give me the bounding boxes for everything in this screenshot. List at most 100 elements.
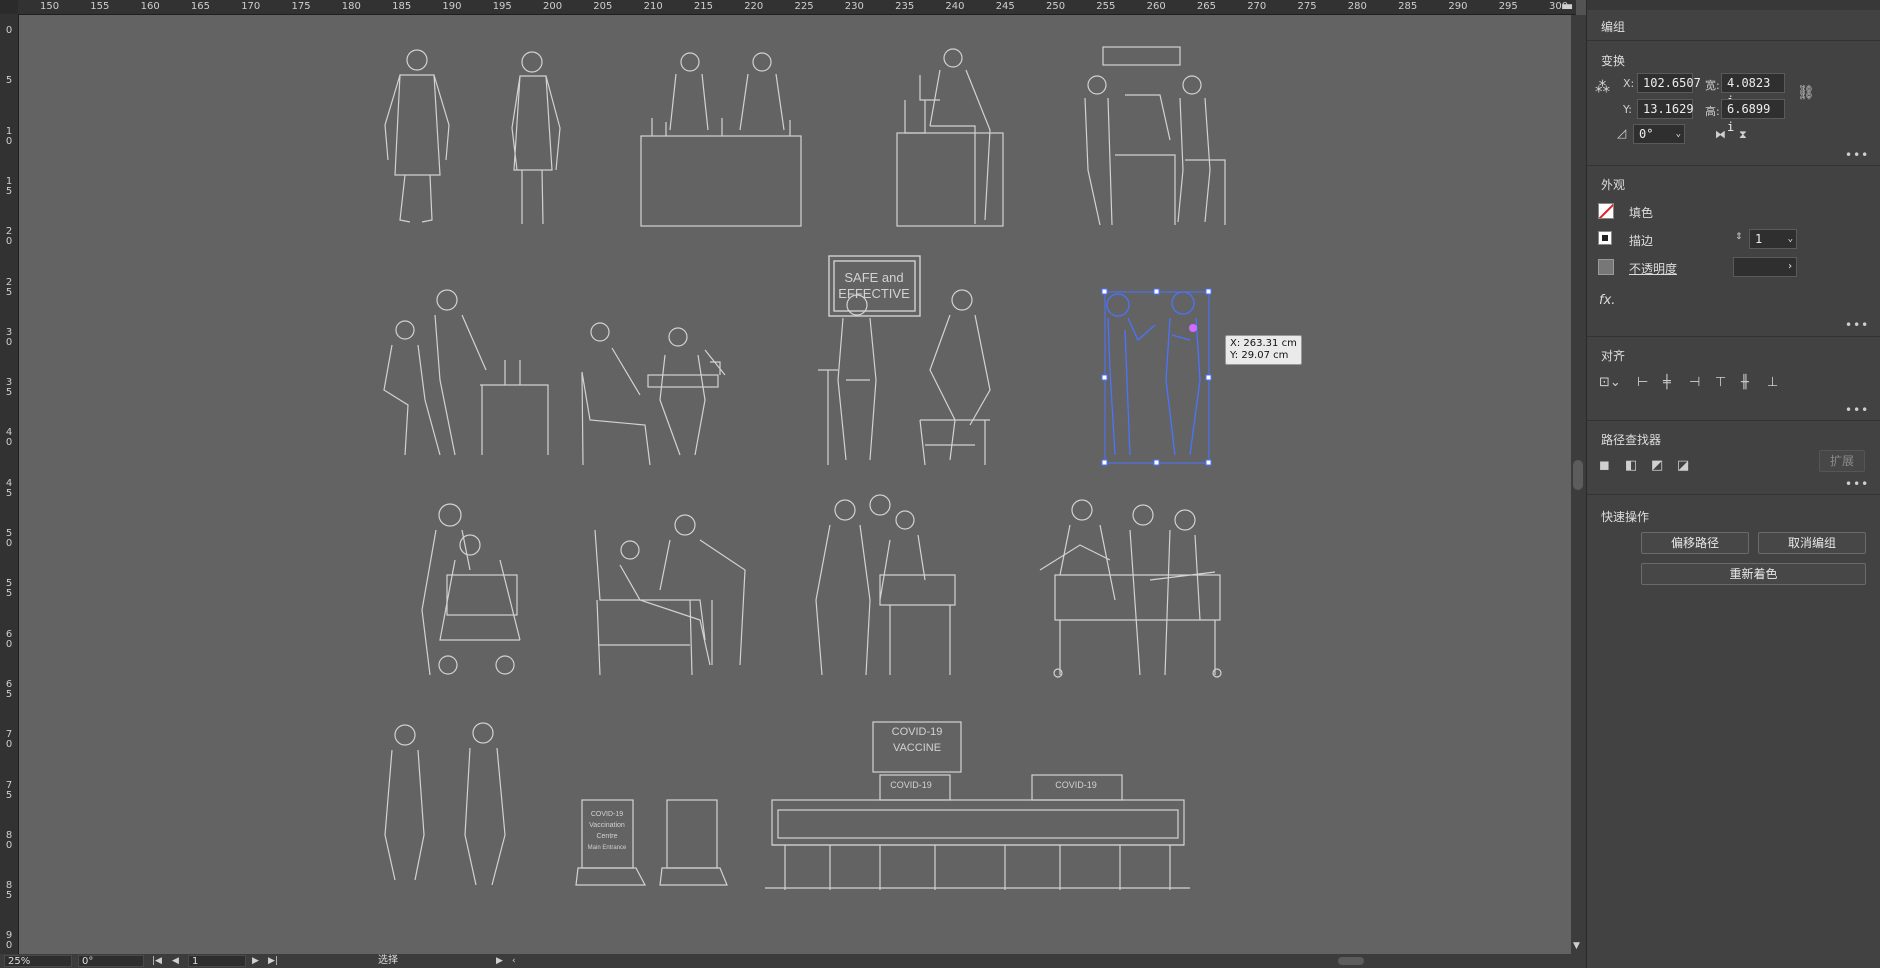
- chevron-down-icon[interactable]: ⌄: [1788, 230, 1793, 248]
- ruler-tick-label: 5: [5, 75, 13, 87]
- align-more-icon[interactable]: •••: [1845, 403, 1869, 417]
- scroll-left-icon[interactable]: ‹: [512, 954, 516, 968]
- examination-bed-scene: [815, 494, 956, 676]
- ruler-tick-label: 260: [1146, 1, 1166, 12]
- rotate-angle-input[interactable]: 0° ⌄: [1633, 124, 1685, 144]
- flip-horizontal-icon[interactable]: ⧓: [1715, 128, 1726, 142]
- align-top-icon[interactable]: ⊤: [1715, 376, 1726, 390]
- appearance-more-icon[interactable]: •••: [1845, 318, 1869, 332]
- ruler-tick-label: 8 0: [5, 829, 13, 851]
- y-input[interactable]: 13.1629: [1637, 99, 1694, 119]
- horizontal-scroll-thumb[interactable]: [1338, 957, 1364, 965]
- scroll-down-icon[interactable]: ▼: [1573, 939, 1580, 953]
- ruler-tick-label: 285: [1398, 1, 1418, 12]
- flip-vertical-icon[interactable]: ⧗: [1739, 128, 1747, 142]
- width-input[interactable]: 4.0823 i: [1721, 73, 1785, 108]
- ruler-tick-label: 5 0: [5, 528, 13, 549]
- ruler-tick-label: 2 0: [5, 226, 13, 248]
- safe-sign-line1: SAFE and: [844, 270, 903, 285]
- ruler-tick-label: 250: [1046, 1, 1066, 12]
- stroke-label: 描边: [1629, 234, 1654, 248]
- divider: [1587, 336, 1880, 337]
- artboard-canvas[interactable]: SAFE and EFFECTIVE COVID-19 VACCINE COVI…: [19, 15, 1571, 955]
- ruler-tick-label: 0: [5, 25, 13, 36]
- reference-point-icon[interactable]: ⁂: [1595, 80, 1610, 95]
- opacity-icon[interactable]: [1598, 259, 1614, 275]
- ruler-tick-label: 205: [593, 1, 613, 12]
- chevron-down-icon[interactable]: ⌄: [1676, 125, 1681, 143]
- microscope-scene: [896, 48, 1004, 227]
- align-bottom-icon[interactable]: ⊥: [1767, 376, 1778, 390]
- ruler-tick-label: 7 5: [5, 779, 13, 801]
- ruler-tick-label: 215: [693, 1, 713, 12]
- opacity-input[interactable]: ›: [1733, 257, 1797, 277]
- first-page-icon[interactable]: |◀: [152, 954, 162, 968]
- expand-button[interactable]: 扩展: [1819, 450, 1865, 472]
- crate-left-label: COVID-19: [890, 780, 932, 790]
- unite-icon[interactable]: ◼: [1599, 459, 1610, 473]
- y-label: Y:: [1623, 103, 1632, 116]
- ruler-tick-label: 210: [643, 1, 663, 12]
- align-right-icon[interactable]: ⊣: [1689, 376, 1700, 390]
- page-select[interactable]: 1: [188, 955, 246, 967]
- scrollbar-thumb[interactable]: [1573, 460, 1583, 490]
- tooltip-x: X: 263.31 cm: [1230, 338, 1297, 349]
- recliner-injection-scene: [594, 514, 746, 676]
- crate-top-label2: VACCINE: [893, 742, 941, 754]
- selection-type-label: 编组: [1601, 20, 1626, 34]
- ruler-horizontal[interactable]: 150 155 160 165 170 175 180 185 190 195 200 205 210 2…: [18, 0, 1576, 15]
- line-art-drawings[interactable]: SAFE and EFFECTIVE COVID-19 VACCINE COVI…: [19, 15, 1571, 955]
- ruler-tick-label: 275: [1297, 1, 1317, 12]
- vertical-scrollbar[interactable]: ▼: [1571, 15, 1586, 955]
- ruler-tick-label: 265: [1196, 1, 1216, 12]
- transform-more-icon[interactable]: •••: [1845, 148, 1869, 162]
- crate-top-label1: COVID-19: [892, 726, 943, 738]
- offset-path-button[interactable]: 偏移路径: [1641, 532, 1749, 554]
- divider: [1587, 420, 1880, 421]
- next-page-icon[interactable]: ▶: [252, 954, 259, 968]
- crate-right-label: COVID-19: [1055, 780, 1097, 790]
- ruler-tick-label: 280: [1347, 1, 1367, 12]
- height-input[interactable]: 6.6899 i: [1721, 99, 1785, 134]
- current-tool-label: 选择: [378, 955, 398, 966]
- pathfinder-more-icon[interactable]: •••: [1845, 477, 1869, 491]
- fx-effects-icon[interactable]: fx.: [1599, 293, 1615, 308]
- ungroup-button[interactable]: 取消编组: [1758, 532, 1866, 554]
- intersect-icon[interactable]: ◩: [1651, 459, 1663, 473]
- align-to-selection-icon[interactable]: ⊡⌄: [1599, 376, 1621, 390]
- prev-page-icon[interactable]: ◀: [172, 954, 179, 968]
- last-page-icon[interactable]: ▶|: [268, 954, 278, 968]
- chevron-right-icon[interactable]: ›: [1787, 258, 1793, 276]
- properties-panel: ▬ 编组 变换 ⁂ X: 102.6507 Y: 13.1629 宽: 4.08…: [1561, 0, 1880, 968]
- exclude-icon[interactable]: ◪: [1677, 459, 1689, 473]
- comment-icon[interactable]: ▬: [1561, 0, 1573, 14]
- hospital-bed-scene: [1039, 499, 1222, 678]
- width-label: 宽:: [1705, 79, 1720, 92]
- align-left-icon[interactable]: ⊢: [1637, 376, 1648, 390]
- stroke-swatch-icon[interactable]: [1598, 231, 1612, 245]
- constrain-proportions-icon[interactable]: ⛓: [1797, 86, 1815, 100]
- rotate-select[interactable]: 0°: [78, 955, 144, 967]
- minus-front-icon[interactable]: ◧: [1625, 459, 1637, 473]
- stroke-weight-input[interactable]: 1 ⌄: [1749, 229, 1797, 249]
- angle-icon: ◿: [1617, 126, 1627, 140]
- ruler-vertical[interactable]: 0 5 1 0 1 5 2 0 2 5 3 0 3 5 4 0 4 5 5 0 5 5 6 0 6 5 7 …: [0, 14, 19, 954]
- x-input[interactable]: 102.6507: [1637, 73, 1701, 93]
- ruler-tick-label: 190: [442, 1, 462, 12]
- coordinate-tooltip: X: 263.31 cm Y: 29.07 cm: [1225, 335, 1302, 365]
- opacity-label[interactable]: 不透明度: [1629, 260, 1677, 277]
- ruler-tick-label: 150: [40, 1, 60, 12]
- vaccination-clinic-scene: [1084, 46, 1226, 226]
- zoom-value: 25%: [8, 956, 31, 967]
- quick-actions-title: 快速操作: [1601, 510, 1650, 524]
- align-middle-v-icon[interactable]: ╫: [1741, 376, 1749, 390]
- zoom-select[interactable]: 25%: [4, 955, 72, 967]
- fill-swatch-none-icon[interactable]: [1598, 203, 1614, 219]
- stroke-stepper-icon[interactable]: ⇕: [1735, 230, 1743, 244]
- rotate-value: 0°: [82, 956, 94, 967]
- status-menu-icon[interactable]: ▶: [496, 954, 503, 968]
- fill-label: 填色: [1629, 206, 1654, 220]
- align-center-h-icon[interactable]: ╪: [1663, 376, 1671, 390]
- recolor-button[interactable]: 重新着色: [1641, 563, 1866, 585]
- standee-line2: Vaccination: [589, 822, 625, 829]
